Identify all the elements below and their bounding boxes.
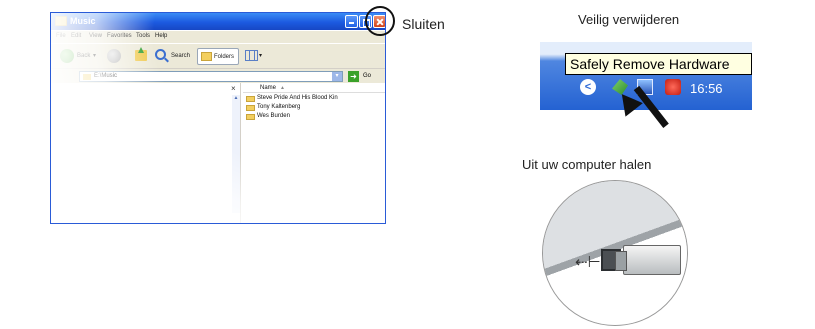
address-dropdown[interactable]: ▾ xyxy=(332,72,342,81)
column-name[interactable]: Name xyxy=(260,85,276,91)
folder-icon xyxy=(246,96,255,102)
tooltip-text: Safely Remove Hardware xyxy=(570,56,730,72)
folder-icon xyxy=(55,16,67,26)
security-icon[interactable] xyxy=(665,79,681,95)
menu-view[interactable]: View xyxy=(89,33,102,39)
column-header[interactable]: Name ▲ xyxy=(243,83,385,93)
scrollbar[interactable]: ▲ xyxy=(232,95,240,213)
safe-remove-callout: Veilig verwijderen xyxy=(578,12,680,27)
file-list: Name ▲ Steve Pride And His Blood Kin Ton… xyxy=(243,83,385,223)
folders-label: Folders xyxy=(214,54,235,60)
back-icon[interactable] xyxy=(60,49,74,63)
unplug-callout: Uit uw computer halen xyxy=(522,157,652,172)
menu-bar: File Edit View Favorites Tools Help xyxy=(51,31,385,43)
explorer-window: Music File Edit View Favorites Tools Hel… xyxy=(50,12,386,224)
show-hidden-icons-button[interactable]: < xyxy=(580,79,596,95)
up-folder-icon[interactable] xyxy=(135,47,147,61)
clock[interactable]: 16:56 xyxy=(690,81,723,96)
address-input[interactable]: E:\Music ▾ xyxy=(79,71,343,82)
minimize-button[interactable] xyxy=(345,15,358,28)
views-icon[interactable] xyxy=(245,50,258,61)
folders-button[interactable]: Folders xyxy=(197,48,239,65)
search-button[interactable]: Search xyxy=(171,53,190,59)
go-icon[interactable]: ➜ xyxy=(348,71,359,82)
file-name: Tony Kaltenberg xyxy=(257,104,301,110)
usb-symbol-icon: ⇠⊢ xyxy=(575,254,601,271)
folder-icon xyxy=(246,105,255,111)
address-bar: E:\Music ▾ ➜ Go xyxy=(51,68,385,83)
sort-ascending-icon: ▲ xyxy=(280,85,285,91)
folder-icon xyxy=(83,74,91,80)
close-pane-icon[interactable]: × xyxy=(231,84,236,93)
search-icon[interactable] xyxy=(155,49,166,60)
title-bar[interactable]: Music xyxy=(51,13,385,30)
go-button[interactable]: Go xyxy=(363,73,371,79)
close-callout: Sluiten xyxy=(402,16,445,32)
toolbar: Back ▾ Search Folders ▾ xyxy=(51,43,385,68)
menu-help[interactable]: Help xyxy=(155,33,167,39)
address-value: E:\Music xyxy=(94,73,118,79)
folders-icon xyxy=(201,52,212,61)
file-name: Wes Burden xyxy=(257,113,290,119)
menu-file[interactable]: File xyxy=(56,33,66,39)
file-name: Steve Pride And His Blood Kin xyxy=(257,95,338,101)
close-highlight-circle xyxy=(365,6,395,36)
back-button[interactable]: Back xyxy=(77,53,90,59)
tooltip: Safely Remove Hardware xyxy=(565,53,752,75)
menu-favorites[interactable]: Favorites xyxy=(107,33,132,39)
back-dropdown[interactable]: ▾ xyxy=(93,52,96,59)
usb-unplug-illustration: ⇠⊢ xyxy=(542,180,688,326)
scroll-up-icon[interactable]: ▲ xyxy=(232,95,240,103)
folder-icon xyxy=(246,114,255,120)
menu-edit[interactable]: Edit xyxy=(71,33,81,39)
usb-plug xyxy=(615,245,681,275)
window-title: Music xyxy=(70,16,96,26)
folders-pane: × ▲ xyxy=(51,83,241,223)
menu-tools[interactable]: Tools xyxy=(136,33,150,39)
forward-icon[interactable] xyxy=(107,49,121,63)
views-dropdown[interactable]: ▾ xyxy=(259,52,262,59)
